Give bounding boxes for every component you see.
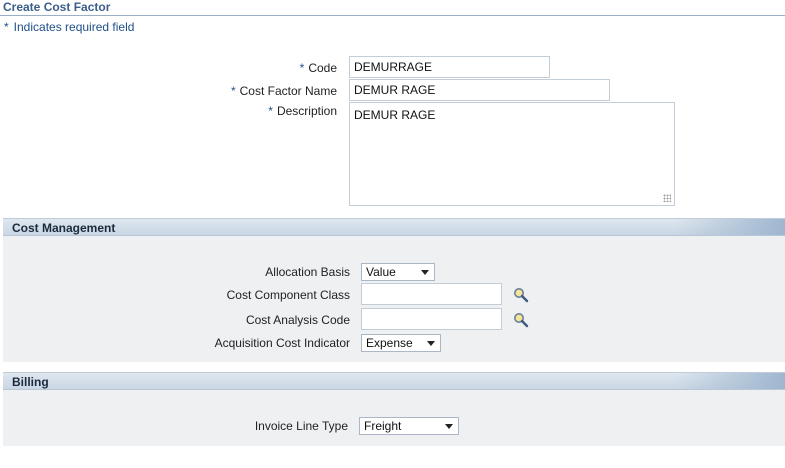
chevron-down-icon: [445, 424, 453, 429]
allocation-basis-label: Allocation Basis: [265, 265, 350, 279]
resize-grip-icon[interactable]: [663, 194, 671, 202]
billing-header: Billing: [3, 372, 785, 390]
search-icon[interactable]: [513, 312, 529, 328]
code-label: * Code: [299, 61, 337, 75]
description-textarea[interactable]: DEMUR RAGE: [349, 102, 675, 206]
cost-factor-name-label: * Cost Factor Name: [230, 84, 337, 98]
required-field-note: * Indicates required field: [4, 20, 134, 34]
search-icon[interactable]: [513, 287, 529, 303]
invoice-line-type-label: Invoice Line Type: [254, 419, 348, 433]
allocation-basis-value: Value: [366, 265, 396, 279]
required-star: *: [4, 20, 9, 34]
required-star: *: [299, 61, 305, 75]
cost-analysis-code-input[interactable]: [361, 308, 502, 330]
cost-management-title: Cost Management: [12, 221, 116, 235]
chevron-down-icon: [427, 341, 435, 346]
cost-component-class-label: Cost Component Class: [226, 288, 350, 302]
cost-component-class-input[interactable]: [361, 283, 502, 305]
title-divider: [0, 15, 785, 16]
description-label: * Description: [268, 104, 337, 118]
required-note-text: Indicates required field: [13, 20, 135, 34]
chevron-down-icon: [421, 270, 429, 275]
invoice-line-type-select[interactable]: Freight: [359, 417, 459, 435]
allocation-basis-select[interactable]: Value: [361, 263, 435, 281]
code-input[interactable]: DEMURRAGE: [349, 56, 550, 78]
acquisition-cost-indicator-value: Expense: [366, 336, 413, 350]
invoice-line-type-value: Freight: [364, 419, 402, 433]
cost-analysis-code-label: Cost Analysis Code: [245, 313, 350, 327]
acquisition-cost-indicator-label: Acquisition Cost Indicator: [214, 336, 350, 350]
cost-management-header: Cost Management: [3, 218, 785, 236]
required-star: *: [268, 104, 273, 118]
description-text: DEMUR RAGE: [354, 108, 436, 122]
acquisition-cost-indicator-select[interactable]: Expense: [361, 334, 441, 352]
cost-factor-name-input[interactable]: DEMUR RAGE: [349, 79, 610, 101]
billing-title: Billing: [12, 375, 49, 389]
page-title: Create Cost Factor: [3, 0, 111, 14]
required-star: *: [230, 84, 236, 98]
